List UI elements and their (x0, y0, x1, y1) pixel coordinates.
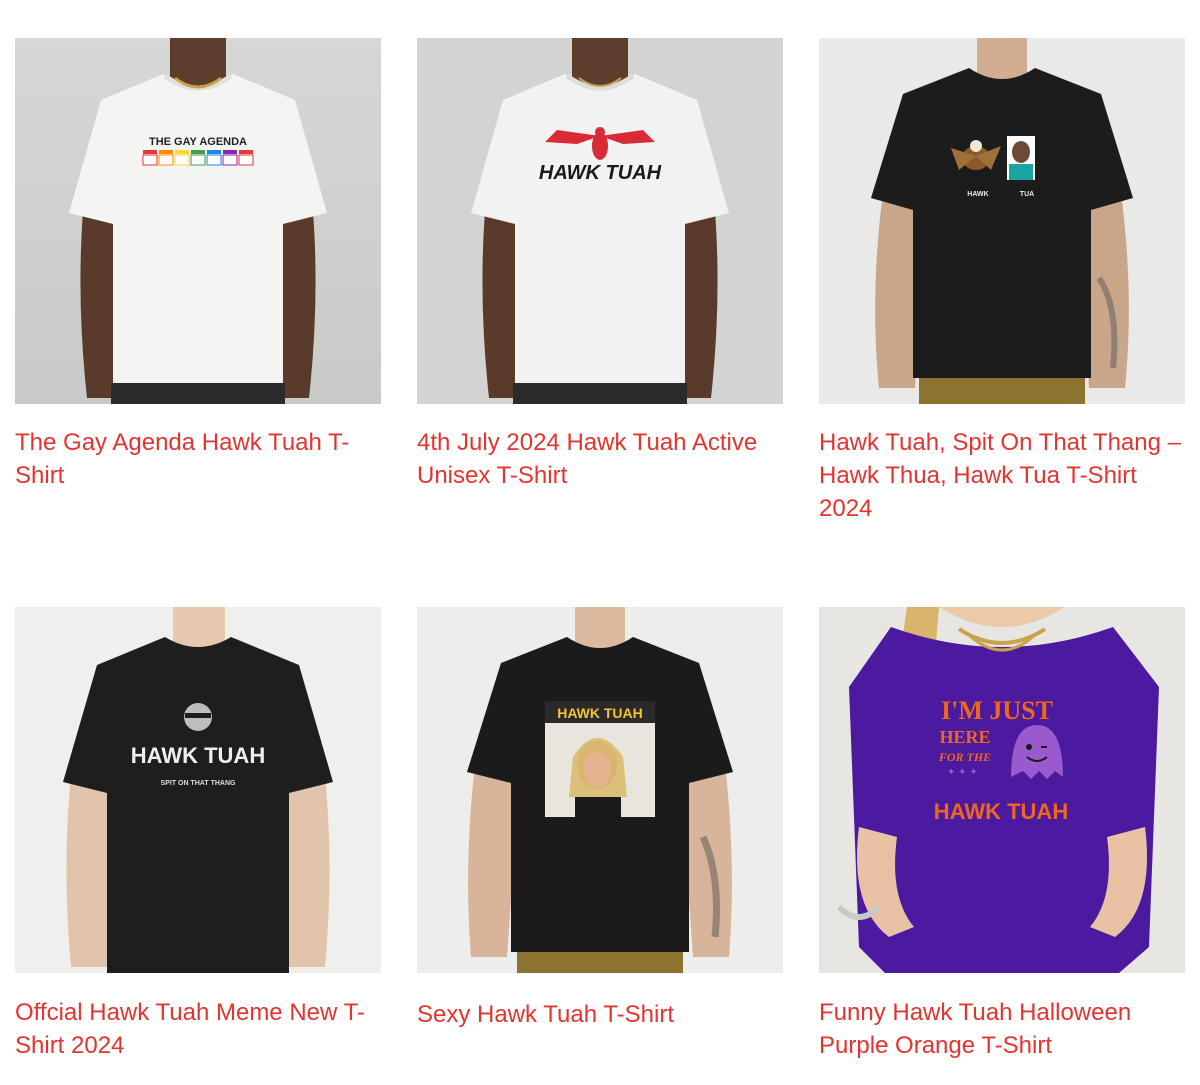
print-text: THE GAY AGENDA (149, 136, 247, 148)
product-photo-hawk-tuah-eagle: HAWK TUAH (417, 38, 783, 404)
print-line3: FOR THE (938, 750, 991, 764)
product-photo-sexy-hawk-tuah: HAWK TUAH (417, 607, 783, 973)
product-image[interactable]: HAWK TUAH SPIT ON THAT THANG (15, 607, 381, 973)
sparkle-icon: ✦ ✦ ✦ (947, 767, 978, 778)
product-card: HAWK TUAH 4th July 2024 Hawk Tuah Active… (417, 38, 783, 492)
print-left: HAWK (967, 191, 988, 198)
product-title-link[interactable]: Funny Hawk Tuah Halloween Purple Orange … (819, 996, 1185, 1062)
product-title-link[interactable]: The Gay Agenda Hawk Tuah T-Shirt (15, 426, 381, 492)
print-right: TUA (1020, 191, 1034, 198)
rainbow-calendar (142, 150, 254, 166)
product-image[interactable]: HAWK TUAH (417, 38, 783, 404)
product-title-link[interactable]: Sexy Hawk Tuah T-Shirt (417, 998, 783, 1031)
product-photo-halloween: I'M JUST HERE FOR THE ✦ ✦ ✦ HAWK TUAH (819, 607, 1185, 973)
product-title-link[interactable]: Hawk Tuah, Spit On That Thang – Hawk Thu… (819, 426, 1185, 525)
print-line4: HAWK TUAH (934, 799, 1068, 824)
product-image[interactable]: THE GAY AGENDA (15, 38, 381, 404)
product-photo-hawk-tuah-meme: HAWK TUAH SPIT ON THAT THANG (15, 607, 381, 973)
product-card: THE GAY AGENDA The Gay Agenda Hawk Tuah … (15, 38, 381, 492)
print-line2: HERE (939, 727, 990, 747)
product-card: HAWK TUAH SPIT ON THAT THANG Offcial Haw… (15, 607, 381, 1062)
print-text: HAWK TUAH (131, 743, 265, 768)
print-text: HAWK TUAH (557, 705, 643, 721)
product-card: I'M JUST HERE FOR THE ✦ ✦ ✦ HAWK TUAH Fu… (819, 607, 1185, 1062)
print-text: HAWK TUAH (539, 162, 662, 184)
product-photo-gay-agenda: THE GAY AGENDA (15, 38, 381, 404)
product-title-link[interactable]: 4th July 2024 Hawk Tuah Active Unisex T-… (417, 426, 783, 492)
product-grid: THE GAY AGENDA The Gay Agenda Hawk Tuah … (0, 0, 1200, 1085)
product-image[interactable]: I'M JUST HERE FOR THE ✦ ✦ ✦ HAWK TUAH (819, 607, 1185, 973)
product-title-link[interactable]: Offcial Hawk Tuah Meme New T-Shirt 2024 (15, 996, 381, 1062)
print-sub: SPIT ON THAT THANG (161, 780, 236, 787)
product-photo-hawk-tua: HAWK TUA (819, 38, 1185, 404)
product-card: HAWK TUAH Sexy Hawk Tuah T-Shirt (417, 607, 783, 1031)
print-line1: I'M JUST (941, 696, 1053, 725)
product-image[interactable]: HAWK TUA (819, 38, 1185, 404)
product-image[interactable]: HAWK TUAH (417, 607, 783, 973)
product-card: HAWK TUA Hawk Tuah, Spit On That Thang –… (819, 38, 1185, 525)
